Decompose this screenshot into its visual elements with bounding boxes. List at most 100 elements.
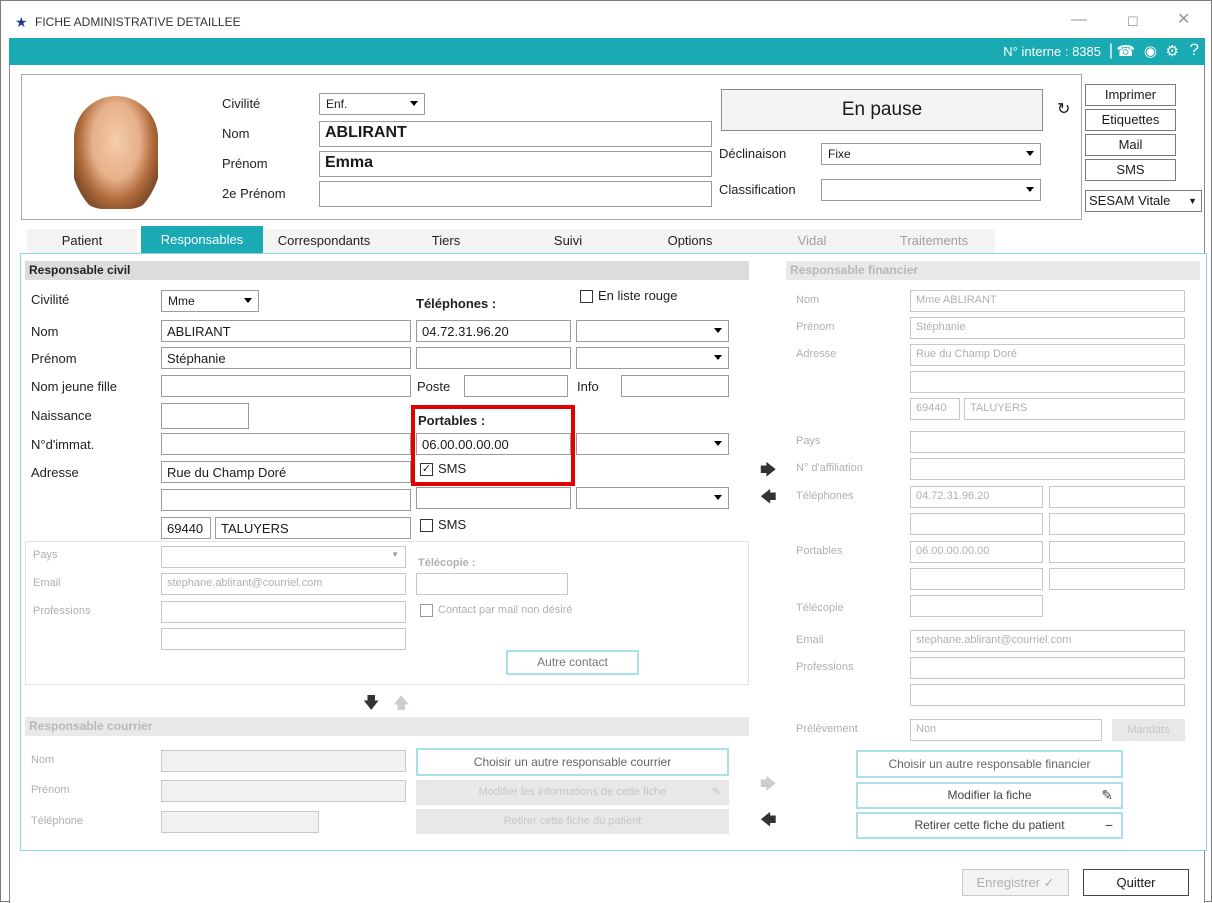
close-button[interactable]: ✕ (1177, 12, 1190, 28)
modifier-fiche-button[interactable]: Modifier la fiche ✎ (856, 782, 1123, 809)
portable2-field[interactable] (416, 487, 571, 509)
civil-nom-field[interactable]: ABLIRANT (161, 320, 411, 342)
pays-label: Pays (33, 549, 58, 561)
fin-email-field: stephane.ablirant@courriel.com (910, 630, 1185, 652)
civil-civilite-select[interactable]: Mme (161, 290, 259, 312)
declinaison-select[interactable]: Fixe (821, 143, 1041, 165)
poste-field[interactable] (464, 375, 568, 397)
courrier-telephone-field (161, 811, 319, 833)
civil-naissance-field[interactable] (161, 403, 249, 429)
fin-affiliation-field (910, 458, 1185, 480)
responsable-civil-header: Responsable civil (25, 261, 749, 280)
civil-adresse2-field[interactable] (161, 489, 411, 511)
fin-prenom-field: Stéphanie (910, 317, 1185, 339)
nom-label: Nom (222, 126, 250, 141)
sms2-checkbox[interactable] (420, 519, 433, 532)
civil-nomjf-label: Nom jeune fille (31, 379, 117, 394)
mail-button[interactable]: Mail (1085, 134, 1176, 156)
portables-highlight (411, 405, 575, 486)
checkmark-icon: ✓ (1043, 875, 1055, 890)
choisir-courrier-button[interactable]: Choisir un autre responsable courrier (416, 748, 729, 776)
civil-cp-field[interactable]: 69440 (161, 517, 211, 539)
sms-button[interactable]: SMS (1085, 159, 1176, 181)
responsable-financier-header: Responsable financier (786, 261, 1200, 280)
profession2-field[interactable] (161, 628, 406, 650)
telephone2-type-select[interactable] (576, 347, 729, 369)
fin-profession1-field (910, 657, 1185, 679)
sesam-vitale-dropdown[interactable]: SESAM Vitale ▼ (1085, 190, 1202, 212)
prenom-field[interactable]: Emma (319, 151, 712, 177)
arrow-left-courrier-icon[interactable]: 🡄 (760, 809, 777, 836)
liste-rouge-checkbox[interactable] (580, 290, 593, 303)
mandats-button: Mandats (1112, 719, 1185, 741)
civilite-select[interactable]: Enf. (319, 93, 425, 115)
enregistrer-button: Enregistrer ✓ (962, 869, 1069, 896)
maximize-button[interactable]: ☐ (1127, 14, 1139, 30)
tab-patient[interactable]: Patient (27, 229, 137, 253)
civil-immat-field[interactable] (161, 433, 411, 455)
window-title: FICHE ADMINISTRATIVE DETAILLEE (35, 15, 241, 29)
email-field[interactable]: stephane.ablirant@courriel.com (161, 573, 406, 595)
help-icon[interactable]: ? (1190, 40, 1199, 60)
civil-nomjf-field[interactable] (161, 375, 411, 397)
fin-prelevement-field: Non (910, 719, 1102, 741)
prenom2-field[interactable] (319, 181, 712, 207)
toolbar-separator: | (1108, 42, 1113, 59)
fin-email-label: Email (796, 634, 824, 646)
autre-contact-button[interactable]: Autre contact (506, 650, 639, 675)
civil-adresse-label: Adresse (31, 465, 79, 480)
arrow-down-icon[interactable]: 🡇 (363, 692, 379, 719)
civil-ville-field[interactable]: TALUYERS (215, 517, 411, 539)
telecopie-field[interactable] (416, 573, 568, 595)
minimize-button[interactable]: — (1071, 12, 1087, 28)
portable1-type-select[interactable] (576, 433, 729, 455)
arrow-right-courrier-icon: 🡆 (760, 776, 777, 793)
fin-affiliation-label: N° d'affiliation (796, 462, 863, 474)
window: ★ FICHE ADMINISTRATIVE DETAILLEE — ☐ ✕ N… (0, 0, 1212, 903)
civil-adresse1-field[interactable]: Rue du Champ Doré (161, 461, 411, 483)
choisir-financier-button[interactable]: Choisir un autre responsable financier (856, 750, 1123, 778)
courrier-prenom-label: Prénom (31, 784, 70, 796)
email-label: Email (33, 577, 61, 589)
civil-civilite-label: Civilité (31, 292, 70, 307)
classification-select[interactable] (821, 179, 1041, 201)
imprimer-button[interactable]: Imprimer (1085, 84, 1176, 106)
portable2-type-select[interactable] (576, 487, 729, 509)
arrow-right-icon[interactable]: 🡆 (760, 459, 777, 486)
pencil-icon: ✎ (711, 786, 721, 798)
tab-responsables[interactable]: Responsables (141, 226, 263, 253)
tab-options[interactable]: Options (629, 229, 751, 253)
nom-field[interactable]: ABLIRANT (319, 121, 712, 147)
civil-nom-label: Nom (31, 324, 59, 339)
arrow-left-icon[interactable]: 🡄 (760, 486, 777, 513)
telephone1-field[interactable]: 04.72.31.96.20 (416, 320, 571, 342)
retirer-courrier-button: Retirer cette fiche du patient (416, 809, 729, 834)
quitter-button[interactable]: Quitter (1083, 869, 1189, 896)
civil-prenom-field[interactable]: Stéphanie (161, 347, 411, 369)
patient-identity-box: Civilité Enf. Nom ABLIRANT Prénom Emma 2… (21, 74, 1082, 220)
arrow-up-icon: 🡅 (393, 695, 410, 712)
pays-select[interactable]: ▼ (161, 546, 406, 568)
tab-correspondants[interactable]: Correspondants (263, 229, 385, 253)
tab-tiers[interactable]: Tiers (385, 229, 507, 253)
etiquettes-button[interactable]: Etiquettes (1085, 109, 1176, 131)
refresh-icon[interactable]: ↻ (1057, 99, 1070, 119)
classification-label: Classification (719, 182, 796, 197)
declinaison-label: Déclinaison (719, 146, 787, 161)
fin-cp-field: 69440 (910, 398, 960, 420)
user-icon[interactable]: ◉ (1144, 42, 1157, 60)
phone-settings-icon[interactable]: ☎ (1116, 42, 1135, 60)
tab-suivi[interactable]: Suivi (507, 229, 629, 253)
contact-mail-checkbox[interactable] (420, 604, 433, 617)
fin-telephones-label: Téléphones (796, 490, 854, 502)
contact-mail-label: Contact par mail non désiré (438, 604, 573, 616)
telephone2-field[interactable] (416, 347, 571, 369)
info-field[interactable] (621, 375, 729, 397)
telephone1-type-select[interactable] (576, 320, 729, 342)
toolbar: N° interne : 8385 | ☎ ◉ ⚙ ? (9, 38, 1205, 65)
fin-pays-field (910, 431, 1185, 453)
status-display: En pause (721, 89, 1043, 131)
gear-icon[interactable]: ⚙ (1166, 42, 1179, 60)
profession1-field[interactable] (161, 601, 406, 623)
retirer-fiche-button[interactable]: Retirer cette fiche du patient − (856, 812, 1123, 839)
